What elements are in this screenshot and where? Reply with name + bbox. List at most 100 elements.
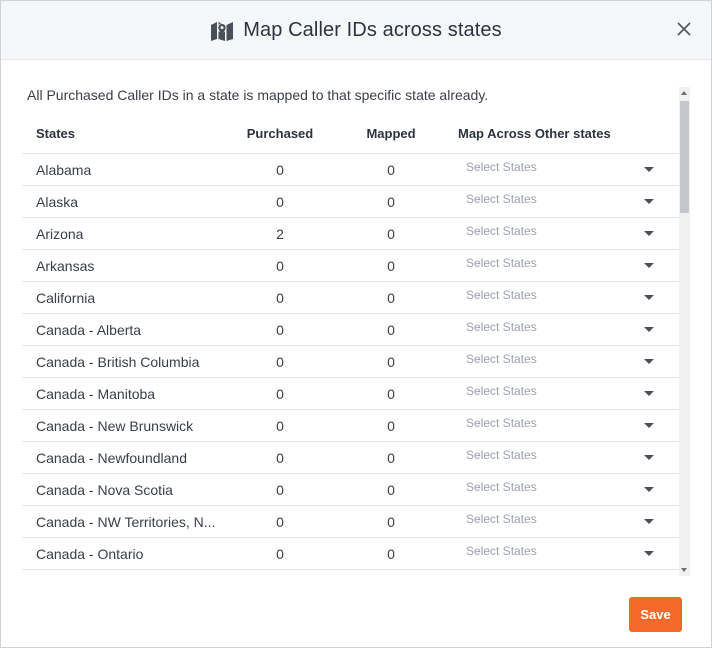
mapped-count: 0 — [387, 257, 395, 274]
chevron-down-icon[interactable] — [644, 551, 654, 556]
close-button[interactable] — [675, 20, 693, 38]
state-name: Alaska — [36, 193, 79, 210]
mapped-count: 0 — [387, 321, 395, 338]
mapped-count: 0 — [387, 545, 395, 562]
table-row: Canada - Ontario 0 0 Select States — [22, 538, 679, 570]
scroll-down-arrow-icon[interactable] — [681, 568, 687, 572]
map-across-cell: Select States — [457, 192, 679, 211]
chevron-down-icon[interactable] — [644, 391, 654, 396]
table-row: Arizona 2 0 Select States — [22, 218, 679, 250]
table-header: States Purchased Mapped Map Across Other… — [22, 114, 679, 154]
chevron-down-icon[interactable] — [644, 327, 654, 332]
purchased-count: 0 — [276, 481, 284, 498]
states-table: States Purchased Mapped Map Across Other… — [22, 114, 679, 571]
table-scrollbar[interactable] — [679, 87, 690, 576]
select-states-dropdown[interactable]: Select States — [466, 411, 666, 435]
select-placeholder: Select States — [466, 288, 537, 302]
select-placeholder: Select States — [466, 512, 537, 526]
select-states-dropdown[interactable]: Select States — [466, 539, 666, 563]
map-across-cell: Select States — [457, 416, 679, 435]
select-states-dropdown[interactable]: Select States — [466, 155, 666, 179]
select-placeholder: Select States — [466, 256, 537, 270]
state-name: Canada - NW Territories, N... — [36, 513, 216, 530]
select-states-dropdown[interactable]: Select States — [466, 379, 666, 403]
map-across-cell: Select States — [457, 288, 679, 307]
state-name: Canada - Newfoundland — [36, 449, 187, 466]
purchased-count: 2 — [276, 225, 284, 242]
select-placeholder: Select States — [466, 384, 537, 398]
select-states-dropdown[interactable]: Select States — [466, 507, 666, 531]
table-row: Canada - Manitoba 0 0 Select States — [22, 378, 679, 410]
chevron-down-icon[interactable] — [644, 519, 654, 524]
table-row: Canada - New Brunswick 0 0 Select States — [22, 410, 679, 442]
select-states-dropdown[interactable]: Select States — [466, 475, 666, 499]
select-placeholder: Select States — [466, 448, 537, 462]
table-row: Canada - Alberta 0 0 Select States — [22, 314, 679, 346]
dialog-header: Map Caller IDs across states — [1, 1, 711, 60]
state-name: Canada - Manitoba — [36, 385, 156, 402]
dialog-title-group: Map Caller IDs across states — [1, 1, 711, 60]
chevron-down-icon[interactable] — [644, 455, 654, 460]
table-row: Alaska 0 0 Select States — [22, 186, 679, 218]
mapped-count: 0 — [387, 193, 395, 210]
chevron-down-icon[interactable] — [644, 199, 654, 204]
table-row: Alabama 0 0 Select States — [22, 154, 679, 186]
map-across-cell: Select States — [457, 544, 679, 563]
header-states: States — [36, 126, 76, 141]
purchased-count: 0 — [276, 257, 284, 274]
header-mapped: Mapped — [366, 126, 416, 141]
map-across-cell: Select States — [457, 256, 679, 275]
select-states-dropdown[interactable]: Select States — [466, 315, 666, 339]
state-name: Canada - British Columbia — [36, 353, 200, 370]
map-across-cell: Select States — [457, 448, 679, 467]
state-name: Arkansas — [36, 257, 95, 274]
table-row: Canada - Nova Scotia 0 0 Select States — [22, 474, 679, 506]
chevron-down-icon[interactable] — [644, 263, 654, 268]
select-states-dropdown[interactable]: Select States — [466, 283, 666, 307]
select-placeholder: Select States — [466, 480, 537, 494]
purchased-count: 0 — [276, 321, 284, 338]
state-name: Alabama — [36, 161, 92, 178]
chevron-down-icon[interactable] — [644, 167, 654, 172]
state-name: Canada - Alberta — [36, 321, 142, 338]
mapped-count: 0 — [387, 481, 395, 498]
table-row: Arkansas 0 0 Select States — [22, 250, 679, 282]
save-button[interactable]: Save — [629, 597, 682, 632]
table-row: Canada - Newfoundland 0 0 Select States — [22, 442, 679, 474]
select-states-dropdown[interactable]: Select States — [466, 219, 666, 243]
mapped-count: 0 — [387, 417, 395, 434]
map-across-cell: Select States — [457, 224, 679, 243]
close-icon[interactable] — [675, 20, 693, 38]
scroll-up-arrow-icon[interactable] — [681, 91, 687, 95]
select-states-dropdown[interactable]: Select States — [466, 187, 666, 211]
table-row: Canada - British Columbia 0 0 Select States — [22, 346, 679, 378]
select-placeholder: Select States — [466, 192, 537, 206]
state-name: California — [36, 289, 96, 306]
mapped-count: 0 — [387, 385, 395, 402]
purchased-count: 0 — [276, 513, 284, 530]
header-map-across: Map Across Other states — [458, 126, 611, 141]
table-row: California 0 0 Select States — [22, 282, 679, 314]
chevron-down-icon[interactable] — [644, 231, 654, 236]
purchased-count: 0 — [276, 289, 284, 306]
chevron-down-icon[interactable] — [644, 359, 654, 364]
chevron-down-icon[interactable] — [644, 295, 654, 300]
select-placeholder: Select States — [466, 352, 537, 366]
select-placeholder: Select States — [466, 160, 537, 174]
header-purchased: Purchased — [246, 126, 314, 141]
map-across-cell: Select States — [457, 320, 679, 339]
chevron-down-icon[interactable] — [644, 423, 654, 428]
select-placeholder: Select States — [466, 320, 537, 334]
table-row: Canada - NW Territories, N... 0 0 Select St… — [22, 506, 679, 538]
map-caller-ids-dialog: Map Caller IDs across states All Purchas… — [0, 0, 712, 648]
select-states-dropdown[interactable]: Select States — [466, 251, 666, 275]
scroll-thumb[interactable] — [680, 101, 689, 213]
map-icon — [210, 20, 234, 42]
map-across-cell: Select States — [457, 160, 679, 179]
mapped-count: 0 — [387, 353, 395, 370]
select-states-dropdown[interactable]: Select States — [466, 443, 666, 467]
chevron-down-icon[interactable] — [644, 487, 654, 492]
select-states-dropdown[interactable]: Select States — [466, 347, 666, 371]
select-placeholder: Select States — [466, 544, 537, 558]
table-body: Alabama 0 0 Select States Alaska 0 0 Select Sta… — [22, 154, 679, 570]
